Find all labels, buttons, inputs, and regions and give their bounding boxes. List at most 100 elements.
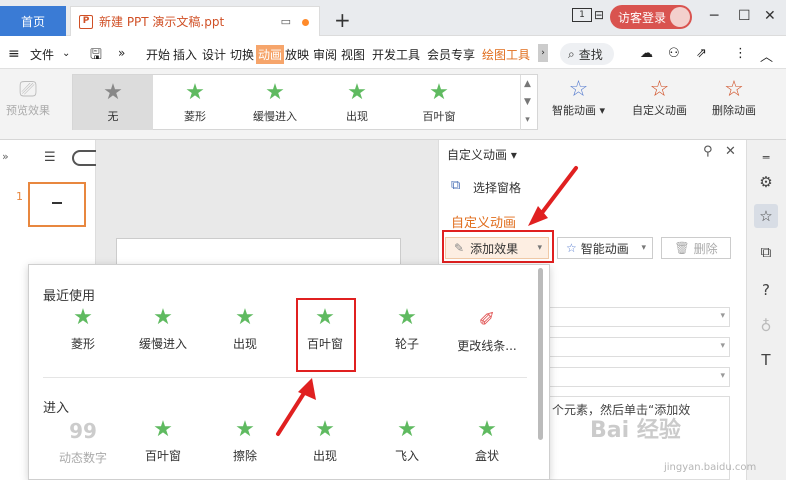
new-tab-button[interactable]: + <box>334 10 351 30</box>
scroll-down-icon[interactable]: ▼ <box>521 93 534 111</box>
minimize-button[interactable]: ─ <box>710 8 718 24</box>
file-menu[interactable]: 文件 <box>30 46 54 63</box>
gallery-label: 菱形 <box>184 109 206 123</box>
expand-gallery-icon[interactable]: ▾ <box>521 111 534 129</box>
tab-developer[interactable]: 开发工具 <box>372 46 420 63</box>
search-label: 查找 <box>578 47 603 62</box>
pin-icon[interactable]: ⚲ <box>703 144 713 159</box>
search-icon: ⌕ <box>568 46 575 61</box>
effect-diamond[interactable]: ★ 菱形 <box>43 307 123 352</box>
transition-icon[interactable]: ⧉ <box>754 240 778 264</box>
thumbnail-content <box>52 202 62 204</box>
tab-slideshow[interactable]: 放映 <box>285 46 309 63</box>
slide-number: 1 <box>16 190 23 203</box>
effect-dynamic-number[interactable]: 99 动态数字 <box>43 419 123 466</box>
effect-label: 擦除 <box>232 449 257 463</box>
gallery-item-appear[interactable]: ★ 出现 <box>317 75 397 130</box>
effect-wipe[interactable]: ★ 擦除 <box>205 419 285 464</box>
tab-drawing-tools[interactable]: 绘图工具 <box>482 46 530 63</box>
ppt-file-icon: P <box>79 14 93 29</box>
star-icon: ★ <box>347 79 367 105</box>
help-icon[interactable]: ? <box>754 278 778 302</box>
save-icon[interactable]: 🖫 <box>90 44 102 68</box>
collapse-ribbon-icon[interactable]: ︿ <box>760 46 773 65</box>
gallery-label: 出现 <box>346 109 368 123</box>
effect-label: 百叶窗 <box>144 449 181 463</box>
monitor-icon[interactable]: ▭ <box>281 15 291 28</box>
scroll-up-icon[interactable]: ▲ <box>521 75 534 93</box>
speed-select[interactable]: ▾ <box>545 367 730 387</box>
more-chevron-icon[interactable]: » <box>118 46 125 60</box>
dropdown-scrollbar[interactable] <box>538 268 543 440</box>
hamburger-icon[interactable]: ≡ <box>8 46 20 62</box>
animation-star-icon[interactable]: ☆ <box>754 204 778 228</box>
selection-pane-link[interactable]: 选择窗格 <box>473 179 521 196</box>
page-indicator[interactable]: 1 <box>572 8 592 22</box>
home-tab[interactable]: 首页 <box>0 6 66 36</box>
panel-header[interactable]: 自定义动画 ▾ <box>447 146 517 163</box>
delete-button[interactable]: 🗑 删除 <box>661 237 731 259</box>
sidebar-handle-icon[interactable]: ═ <box>754 146 778 170</box>
effect-appear[interactable]: ★ 出现 <box>205 307 285 352</box>
gallery-scroll[interactable]: ▲ ▼ ▾ <box>520 75 534 130</box>
slide-view-toggle-icon[interactable] <box>72 150 96 166</box>
effect-blinds-enter[interactable]: ★ 百叶窗 <box>123 419 203 464</box>
tab-insert[interactable]: 插入 <box>173 46 197 63</box>
tab-view[interactable]: 视图 <box>341 46 365 63</box>
user-share-icon[interactable]: ⚇ <box>668 46 680 61</box>
smart-animation-panel-button[interactable]: ☆ 智能动画 ▾ <box>557 237 653 259</box>
effect-box[interactable]: ★ 盒状 <box>447 419 527 464</box>
menu-scroll-right-icon[interactable]: › <box>538 44 548 62</box>
effect-wheel[interactable]: ★ 轮子 <box>367 307 447 352</box>
tab-design[interactable]: 设计 <box>202 46 226 63</box>
custom-animation-button[interactable]: ☆ 自定义动画 <box>632 78 687 118</box>
cloud-icon[interactable]: ☁ <box>640 46 653 61</box>
trash-icon: 🗑 <box>674 241 690 255</box>
star-icon: ★ <box>153 417 173 442</box>
tab-member[interactable]: 会员专享 <box>427 46 475 63</box>
close-panel-icon[interactable]: ✕ <box>725 144 736 159</box>
expand-panel-icon[interactable]: » <box>2 150 9 163</box>
watermark-url: jingyan.baidu.com <box>664 462 757 473</box>
gallery-item-blinds[interactable]: ★ 百叶窗 <box>399 75 479 130</box>
star-icon: ★ <box>429 79 449 105</box>
effect-label: 出现 <box>232 337 257 351</box>
more-icon[interactable]: ⋮ <box>734 46 747 61</box>
effect-slow-enter[interactable]: ★ 缓慢进入 <box>123 307 203 352</box>
smart-animation-button[interactable]: ☆ 智能动画 ▾ <box>552 78 605 118</box>
chevron-down-icon: ▾ <box>720 341 725 351</box>
tab-review[interactable]: 审阅 <box>313 46 337 63</box>
gallery-item-none[interactable]: ★ 无 <box>73 75 153 130</box>
settings-sliders-icon[interactable]: ⚙ <box>754 170 778 194</box>
preview-icon: ⎚ <box>19 77 37 102</box>
guest-login-button[interactable]: 访客登录 <box>610 5 692 29</box>
effect-change-line[interactable]: ✐ 更改线条... <box>447 307 527 354</box>
property-select[interactable]: ▾ <box>545 337 730 357</box>
share-icon[interactable]: ⇗ <box>696 46 707 61</box>
start-select[interactable]: ▾ <box>545 307 730 327</box>
document-tab[interactable]: P 新建 PPT 演示文稿.ppt ▭ <box>70 6 320 36</box>
tab-transition[interactable]: 切换 <box>230 46 254 63</box>
effect-label: 轮子 <box>394 337 419 351</box>
close-window-button[interactable]: ✕ <box>764 8 776 24</box>
smart-animation-label: 智能动画 <box>552 104 596 117</box>
delete-animation-button[interactable]: ☆ 删除动画 <box>712 78 756 118</box>
search-box[interactable]: ⌕ 查找 <box>560 43 614 65</box>
tab-animation[interactable]: 动画 <box>256 45 285 64</box>
chevron-down-icon: ▾ <box>641 243 646 253</box>
preview-effect-button[interactable]: ⎚ 预览效果 <box>6 78 50 118</box>
title-bar: 首页 P 新建 PPT 演示文稿.ppt ▭ + 1 ⊟ 访客登录 ─ ☐ ✕ <box>0 0 786 36</box>
maximize-button[interactable]: ☐ <box>738 8 751 24</box>
number-icon: 99 <box>69 419 97 443</box>
text-icon[interactable]: T <box>754 348 778 372</box>
lightbulb-icon[interactable]: ♁ <box>754 314 778 338</box>
gallery-item-diamond[interactable]: ★ 菱形 <box>155 75 235 130</box>
effect-appear-enter[interactable]: ★ 出现 <box>285 419 365 464</box>
slide-thumbnail[interactable] <box>28 182 86 227</box>
gallery-item-slow-enter[interactable]: ★ 缓慢进入 <box>235 75 315 130</box>
chevron-down-icon[interactable]: ⌄ <box>62 48 70 59</box>
effect-fly-in[interactable]: ★ 飞入 <box>367 419 447 464</box>
avatar <box>670 7 690 27</box>
tab-start[interactable]: 开始 <box>146 46 170 63</box>
outline-view-icon[interactable]: ☰ <box>44 150 56 165</box>
